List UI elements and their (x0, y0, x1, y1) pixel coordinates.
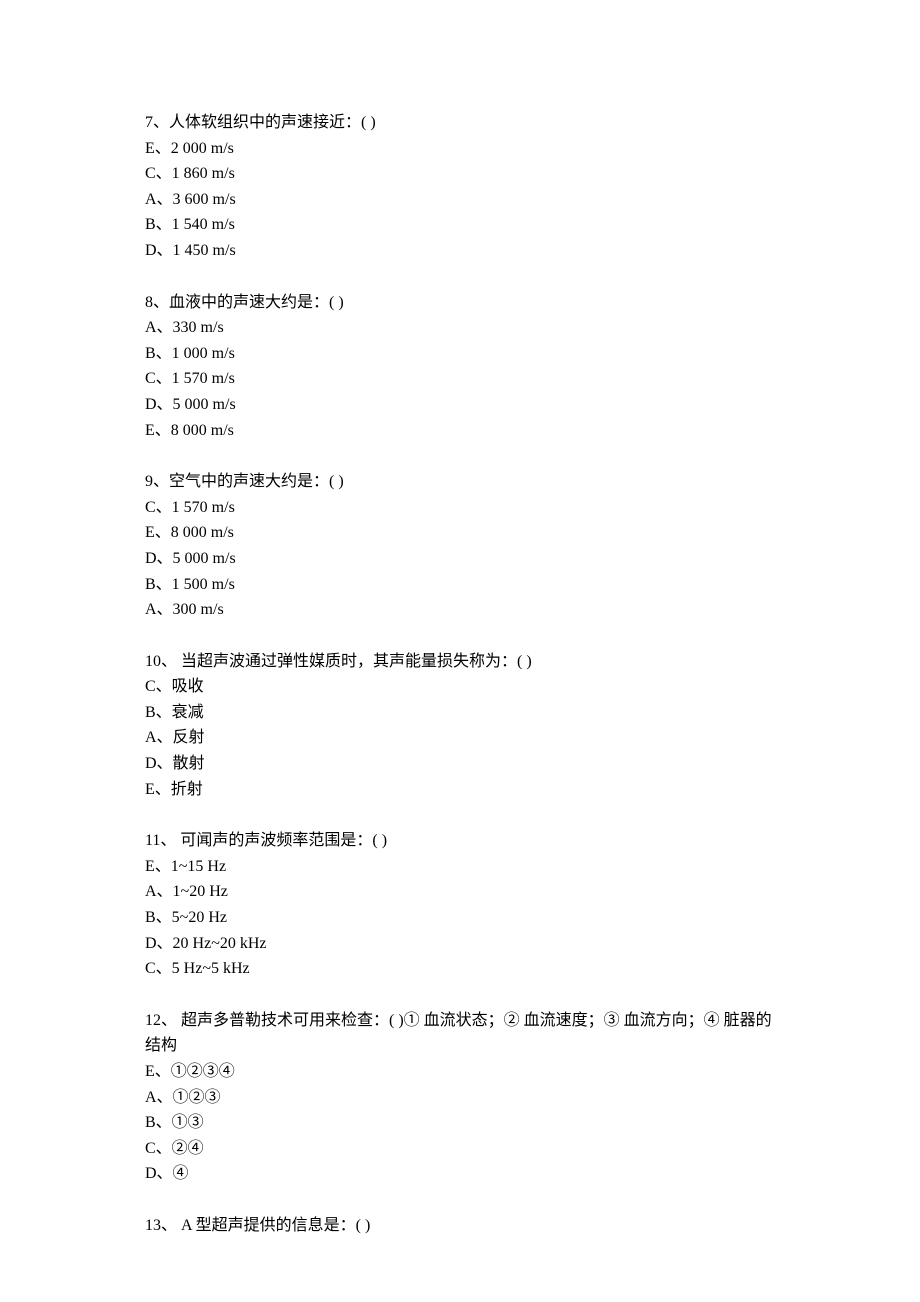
answer-option: C、5 Hz~5 kHz (145, 956, 780, 982)
answer-option: B、①③ (145, 1110, 780, 1136)
answer-option: E、8 000 m/s (145, 418, 780, 444)
question-block: 9、空气中的声速大约是：( )C、1 570 m/sE、8 000 m/sD、5… (145, 469, 780, 623)
question-block: 10、 当超声波通过弹性媒质时，其声能量损失称为：( )C、吸收B、衰减A、反射… (145, 649, 780, 803)
answer-option: B、5~20 Hz (145, 905, 780, 931)
question-block: 7、人体软组织中的声速接近：( )E、2 000 m/sC、1 860 m/sA… (145, 110, 780, 264)
answer-option: B、1 540 m/s (145, 212, 780, 238)
question-block: 8、血液中的声速大约是：( )A、330 m/sB、1 000 m/sC、1 5… (145, 290, 780, 444)
question-block: 13、 A 型超声提供的信息是：( ) (145, 1213, 780, 1239)
answer-option: A、300 m/s (145, 597, 780, 623)
question-block: 11、 可闻声的声波频率范围是：( )E、1~15 HzA、1~20 HzB、5… (145, 828, 780, 982)
answer-option: A、1~20 Hz (145, 879, 780, 905)
answer-option: D、散射 (145, 751, 780, 777)
answer-option: C、1 860 m/s (145, 161, 780, 187)
answer-option: C、1 570 m/s (145, 495, 780, 521)
answer-option: C、吸收 (145, 674, 780, 700)
answer-option: C、1 570 m/s (145, 366, 780, 392)
answer-option: A、330 m/s (145, 315, 780, 341)
answer-option: C、②④ (145, 1136, 780, 1162)
answer-option: B、1 000 m/s (145, 341, 780, 367)
answer-option: B、1 500 m/s (145, 572, 780, 598)
question-text: 12、 超声多普勒技术可用来检查：( )① 血流状态；② 血流速度；③ 血流方向… (145, 1008, 780, 1059)
question-text: 10、 当超声波通过弹性媒质时，其声能量损失称为：( ) (145, 649, 780, 675)
question-text: 11、 可闻声的声波频率范围是：( ) (145, 828, 780, 854)
answer-option: D、5 000 m/s (145, 392, 780, 418)
answer-option: A、3 600 m/s (145, 187, 780, 213)
question-text: 13、 A 型超声提供的信息是：( ) (145, 1213, 780, 1239)
answer-option: D、④ (145, 1161, 780, 1187)
answer-option: D、20 Hz~20 kHz (145, 931, 780, 957)
answer-option: A、①②③ (145, 1085, 780, 1111)
question-block: 12、 超声多普勒技术可用来检查：( )① 血流状态；② 血流速度；③ 血流方向… (145, 1008, 780, 1187)
answer-option: E、①②③④ (145, 1059, 780, 1085)
question-text: 9、空气中的声速大约是：( ) (145, 469, 780, 495)
answer-option: E、2 000 m/s (145, 136, 780, 162)
answer-option: B、衰减 (145, 700, 780, 726)
question-text: 8、血液中的声速大约是：( ) (145, 290, 780, 316)
question-text: 7、人体软组织中的声速接近：( ) (145, 110, 780, 136)
answer-option: D、5 000 m/s (145, 546, 780, 572)
answer-option: D、1 450 m/s (145, 238, 780, 264)
answer-option: A、反射 (145, 725, 780, 751)
answer-option: E、1~15 Hz (145, 854, 780, 880)
answer-option: E、8 000 m/s (145, 520, 780, 546)
answer-option: E、折射 (145, 777, 780, 803)
